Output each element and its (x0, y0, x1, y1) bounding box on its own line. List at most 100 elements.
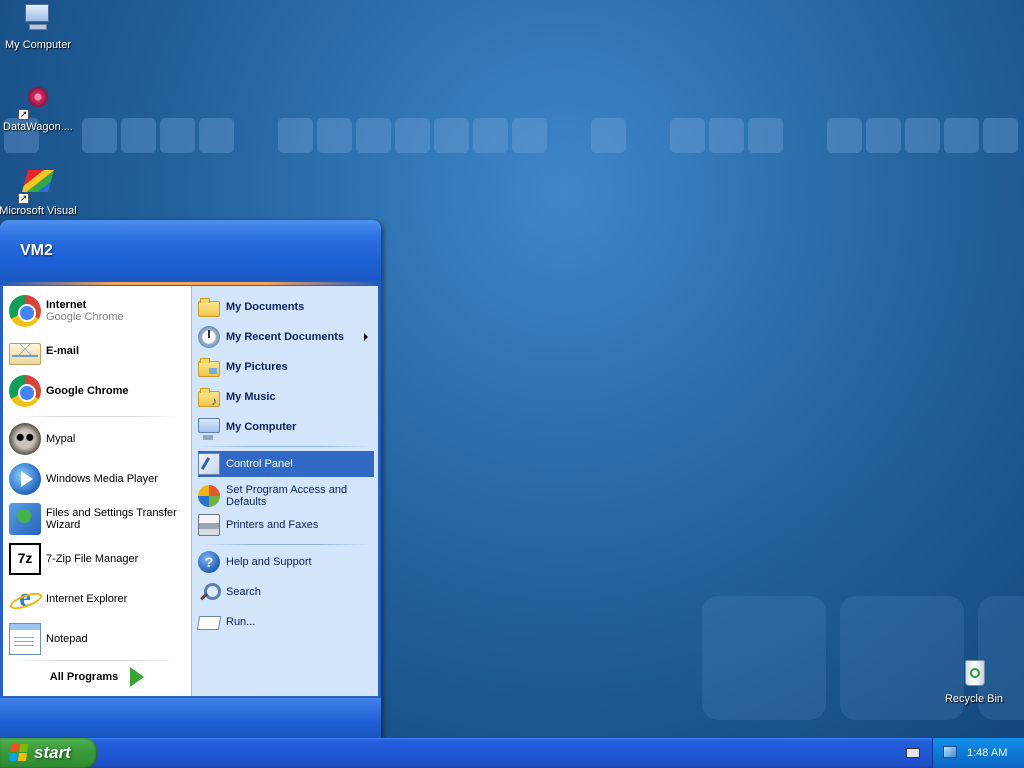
my-music-icon (198, 388, 220, 408)
item-label: Run... (226, 616, 256, 628)
recent-google-chrome[interactable]: Google Chrome (9, 374, 187, 408)
notepad-icon (9, 623, 41, 655)
desktop-icon-datawagon[interactable]: ↗ DataWagon.... (0, 84, 78, 134)
help-icon: ? (198, 551, 220, 573)
programs-pane: Internet Google Chrome E-mail Google Chr… (3, 286, 191, 696)
setting-program-access[interactable]: Set Program Access and Defaults (198, 481, 374, 511)
item-title: Mypal (46, 433, 76, 445)
recycle-bin-icon (957, 656, 991, 690)
visual-studio-icon: ↗ (18, 168, 55, 204)
my-pictures-icon (198, 358, 220, 377)
desktop-wallpaper-tiles (0, 115, 1024, 157)
search-icon (198, 581, 221, 603)
item-title: Files and Settings Transfer (46, 507, 177, 519)
setting-printers-faxes[interactable]: Printers and Faxes (198, 512, 374, 538)
pinned-email[interactable]: E-mail (9, 334, 187, 368)
item-label: Control Panel (226, 458, 293, 470)
shortcut-arrow-icon: ↗ (18, 193, 29, 204)
item-label: My Music (226, 391, 276, 403)
start-menu-footer (0, 698, 381, 739)
item-label: My Pictures (226, 361, 288, 373)
recent-windows-media-player[interactable]: Windows Media Player (9, 462, 187, 496)
setting-control-panel[interactable]: Control Panel (198, 451, 374, 477)
start-button[interactable]: start (0, 738, 97, 768)
desktop-icon-visual-studio[interactable]: ↗ Microsoft Visual (0, 168, 78, 218)
my-computer-icon (198, 417, 220, 440)
recent-mypal[interactable]: Mypal (9, 422, 187, 456)
clock[interactable]: 1:48 AM (967, 747, 1007, 759)
tool-help-support[interactable]: ? Help and Support (198, 549, 374, 575)
item-label: Printers and Faxes (226, 519, 319, 531)
item-label: Help and Support (226, 556, 312, 568)
email-icon (9, 343, 41, 365)
item-title: E-mail (46, 345, 80, 357)
place-my-pictures[interactable]: My Pictures (198, 354, 374, 380)
keyboard-icon[interactable] (906, 748, 920, 758)
item-title-line2: Wizard (46, 519, 81, 531)
system-tray: 1:48 AM (932, 738, 1024, 768)
pinned-internet[interactable]: Internet Google Chrome (9, 294, 187, 328)
place-my-computer[interactable]: My Computer (198, 414, 374, 440)
run-icon (196, 616, 222, 630)
datawagon-icon: ↗ (18, 84, 55, 120)
all-programs-button[interactable]: All Programs (3, 659, 191, 695)
user-name: VM2 (20, 242, 53, 259)
place-my-recent-documents[interactable]: My Recent Documents (198, 324, 374, 350)
item-label: Search (226, 586, 261, 598)
tool-run[interactable]: Run... (196, 609, 374, 635)
7zip-icon: 7z (9, 543, 41, 575)
desktop-icon-recycle-bin[interactable]: Recycle Bin (934, 656, 1014, 706)
item-subtitle: Google Chrome (46, 311, 124, 323)
item-label: My Recent Documents (226, 331, 344, 343)
item-title: Internet (46, 299, 87, 311)
item-title: Windows Media Player (46, 473, 158, 485)
all-programs-label: All Programs (49, 671, 119, 683)
my-documents-icon (198, 298, 220, 317)
place-my-documents[interactable]: My Documents (198, 294, 374, 320)
desktop-icon-label: Recycle Bin (944, 693, 1004, 705)
desktop-icon-my-computer[interactable]: My Computer (0, 2, 78, 52)
item-label: Set Program Access and (226, 484, 348, 496)
item-title: 7-Zip File Manager (46, 553, 139, 565)
recent-7zip[interactable]: 7z 7-Zip File Manager (9, 542, 187, 576)
recent-transfer-wizard[interactable]: Files and Settings Transfer Wizard (9, 502, 187, 536)
item-title: Google Chrome (46, 385, 129, 397)
media-player-icon (9, 463, 41, 495)
recent-documents-icon (198, 326, 220, 348)
desktop-icon-label: Microsoft Visual (0, 205, 77, 217)
taskbar: start 1:48 AM (0, 738, 1024, 768)
start-menu-header: VM2 (0, 220, 381, 282)
start-menu-body: Internet Google Chrome E-mail Google Chr… (2, 285, 379, 697)
tool-search[interactable]: Search (198, 579, 374, 605)
network-icon[interactable] (943, 746, 957, 758)
separator (200, 446, 370, 447)
shortcut-arrow-icon: ↗ (18, 109, 29, 120)
control-panel-icon (198, 453, 220, 475)
submenu-arrow-icon (364, 333, 368, 341)
separator (200, 544, 370, 545)
desktop-icon-label: My Computer (4, 39, 72, 51)
windows-flag-icon (8, 744, 30, 762)
item-label-line2: Defaults (226, 496, 267, 508)
item-label: My Documents (226, 301, 305, 313)
item-title: Notepad (46, 633, 88, 645)
separator (13, 416, 178, 417)
recent-internet-explorer[interactable]: e Internet Explorer (9, 582, 187, 616)
ie-icon: e (9, 583, 41, 615)
item-label: My Computer (226, 421, 297, 433)
places-pane: My Documents My Recent Documents My Pict… (191, 286, 378, 696)
wallpaper-tile (702, 596, 826, 720)
mypal-icon (9, 423, 41, 455)
transfer-wizard-icon (9, 503, 41, 535)
recent-notepad[interactable]: Notepad (9, 622, 187, 656)
program-access-icon (198, 485, 220, 507)
item-title: Internet Explorer (46, 593, 128, 605)
place-my-music[interactable]: My Music (198, 384, 374, 410)
start-label: start (34, 743, 71, 762)
arrow-right-icon (130, 667, 145, 687)
my-computer-icon (21, 2, 55, 36)
chrome-icon (9, 295, 41, 327)
desktop-icon-label: DataWagon.... (3, 121, 73, 133)
chrome-icon (9, 375, 41, 407)
printer-icon (198, 514, 220, 536)
